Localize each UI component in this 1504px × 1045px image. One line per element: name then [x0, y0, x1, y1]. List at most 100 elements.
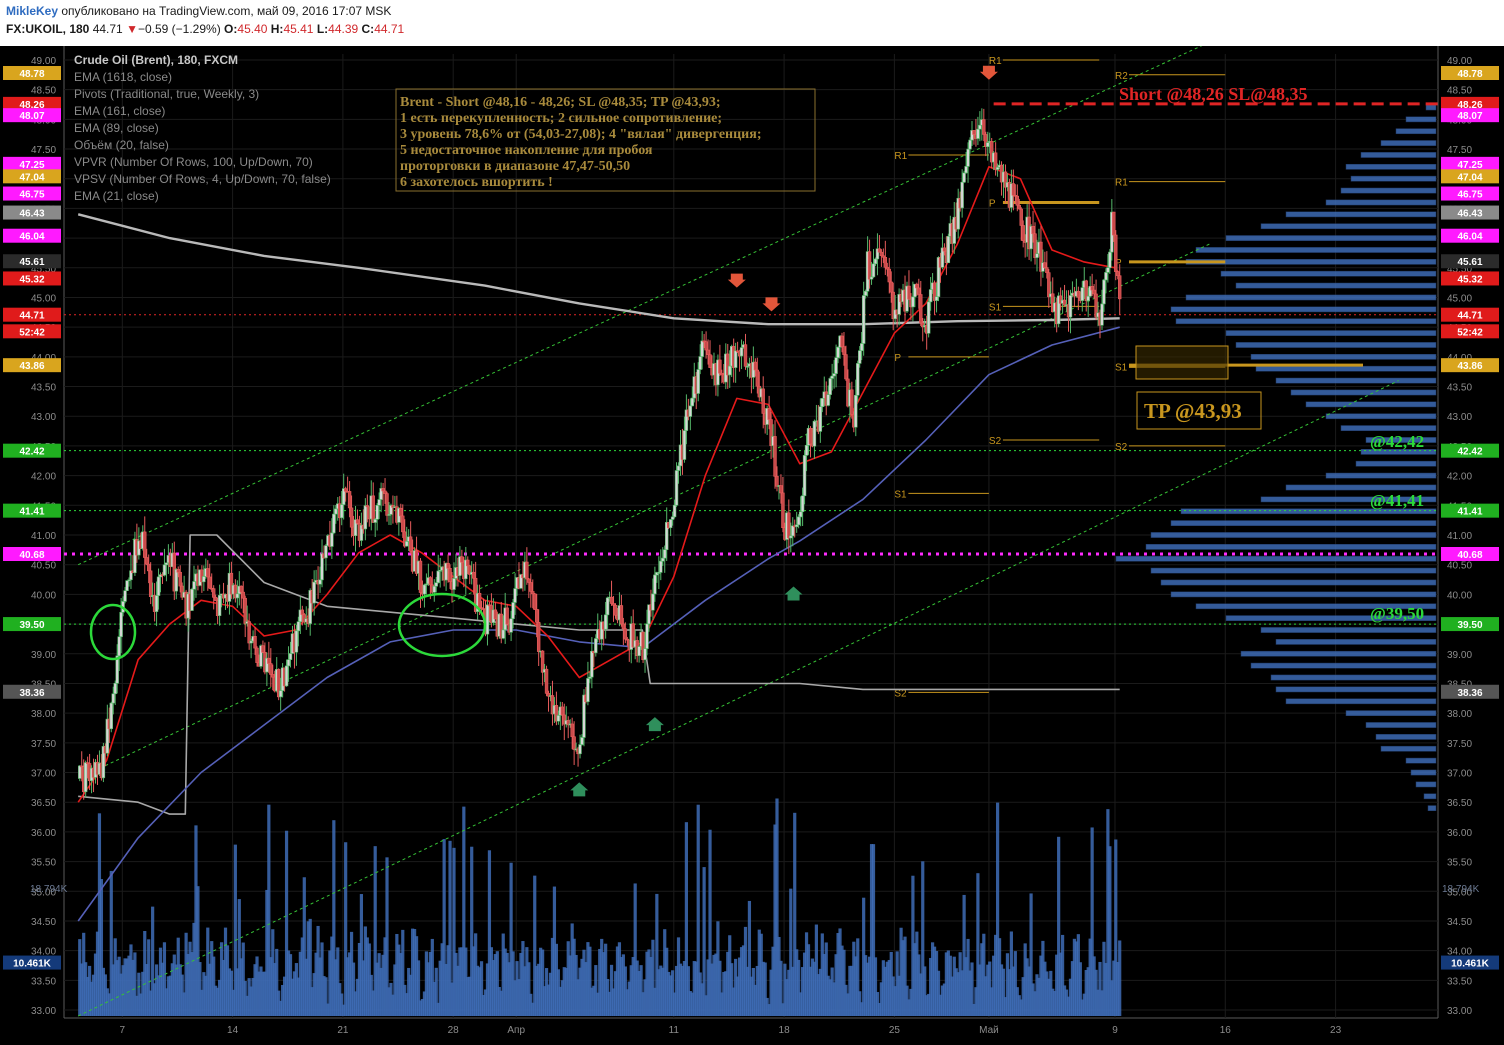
price-tag-text: 10.461K — [1451, 959, 1490, 970]
note-line: проторговки в диапазоне 47,47-50,50 — [400, 159, 630, 174]
candle-body — [704, 341, 708, 351]
y-tick-right: 49.00 — [1447, 56, 1472, 67]
profile-row — [1275, 377, 1437, 384]
candle-body — [211, 588, 216, 598]
candle-body — [78, 765, 82, 779]
candle-body — [1076, 290, 1081, 298]
candle-body — [964, 166, 968, 174]
price-tag-text: 47.25 — [1457, 160, 1482, 171]
author-link[interactable]: MikleKey — [6, 4, 58, 18]
candle-body — [653, 574, 657, 595]
price-chart[interactable]: R1R2R1R1PPS1PS1S2S2S1S2 49.00 49.0048.50 4… — [0, 46, 1504, 1045]
profile-row — [1305, 401, 1437, 408]
y-tick-left: 43.50 — [31, 383, 56, 394]
pivot-label: S1 — [894, 489, 907, 500]
price-tag-text: 45.61 — [19, 257, 44, 268]
candle-body — [143, 531, 147, 558]
price-tag-text: 38.36 — [19, 688, 44, 699]
candle-body — [651, 593, 655, 611]
y-tick-right: 33.50 — [1447, 976, 1472, 987]
profile-row — [1275, 639, 1437, 645]
profile-row — [1350, 175, 1437, 182]
profile-row — [1380, 745, 1437, 752]
candle-body — [1015, 195, 1019, 206]
y-tick-right: 35.50 — [1447, 858, 1472, 869]
candle-body — [1106, 267, 1110, 273]
tp-zone — [1135, 345, 1229, 380]
candle-body — [145, 557, 149, 565]
y-tick-right: 47.50 — [1447, 145, 1472, 156]
volume-bar — [702, 867, 706, 1016]
candle-body — [332, 513, 336, 534]
volume-axis-label-right: 18.794K — [1442, 884, 1480, 895]
candle-body — [779, 485, 783, 494]
candle-body — [621, 623, 626, 630]
candle-body — [255, 647, 259, 663]
candle-body — [117, 636, 121, 657]
profile-row — [1340, 425, 1437, 431]
candle-body — [192, 581, 196, 590]
candle-body — [527, 578, 531, 583]
candle-body — [1035, 253, 1039, 258]
x-tick: 25 — [889, 1025, 901, 1036]
candle-body — [787, 512, 791, 539]
x-tick: 9 — [1112, 1025, 1118, 1036]
profile-row — [1405, 116, 1437, 123]
y-tick-left: 47.50 — [31, 145, 56, 156]
candle-body — [976, 128, 980, 139]
price-tag-text: 45.32 — [19, 274, 44, 285]
candle-body — [934, 296, 939, 301]
candle-body — [661, 557, 665, 562]
legend-item: VPSV (Number Of Rows, 4, Up/Down, 70, fa… — [74, 172, 331, 186]
symbol-label[interactable]: FX:UKOIL, 180 — [6, 22, 89, 36]
candle-body — [544, 668, 549, 694]
candle-body — [889, 281, 893, 293]
candle-body — [670, 516, 675, 520]
price-tag-text: 43.86 — [1457, 361, 1482, 372]
candle-body — [156, 576, 161, 596]
price-tag-text: 46.43 — [1457, 209, 1482, 220]
legend-item: EMA (1618, close) — [74, 70, 172, 84]
profile-row — [1145, 544, 1437, 550]
candle-body — [513, 588, 517, 603]
y-tick-right: 40.50 — [1447, 561, 1472, 572]
y-tick-left: 48.50 — [31, 86, 56, 97]
y-tick-right: 36.00 — [1447, 828, 1472, 839]
candle-body — [995, 166, 1000, 170]
high-label: H: — [270, 22, 284, 36]
candle-body — [560, 706, 565, 716]
candle-body — [672, 504, 677, 518]
price-tag-text: 48.78 — [1457, 69, 1482, 80]
candle-body — [919, 294, 923, 324]
y-tick-right: 39.00 — [1447, 650, 1472, 661]
price-tag-text: 41.41 — [1457, 507, 1482, 518]
candle-body — [690, 397, 695, 407]
candle-body — [755, 369, 760, 387]
candle-body — [696, 369, 700, 394]
note-line: 1 есть перекупленность; 2 сильное сопрот… — [400, 111, 722, 126]
candle-body — [850, 389, 854, 415]
candle-body — [926, 301, 931, 334]
candle-body — [202, 576, 206, 583]
time-axis[interactable] — [0, 1018, 1504, 1045]
price-tag-text: 45.32 — [1457, 274, 1482, 285]
profile-row — [1225, 330, 1437, 336]
close-label: C: — [361, 22, 375, 36]
candle-body — [753, 361, 758, 371]
x-tick: 28 — [448, 1025, 460, 1036]
legend-item: Pivots (Traditional, true, Weekly, 3) — [74, 87, 259, 101]
y-tick-right: 43.00 — [1447, 412, 1472, 423]
pivot-label: S2 — [1115, 442, 1128, 453]
y-tick-left: 43.00 — [31, 412, 56, 423]
profile-row — [1395, 128, 1437, 135]
price-tag-text: 40.68 — [1457, 550, 1482, 561]
profile-row — [1345, 710, 1437, 716]
profile-row — [1360, 152, 1437, 158]
profile-row — [1365, 722, 1437, 728]
candle-body — [501, 629, 505, 639]
profile-row — [1423, 793, 1437, 800]
price-tag-text: 47.04 — [19, 172, 44, 183]
candle-body — [828, 378, 832, 395]
candle-body — [982, 119, 986, 135]
candle-body — [217, 594, 222, 616]
